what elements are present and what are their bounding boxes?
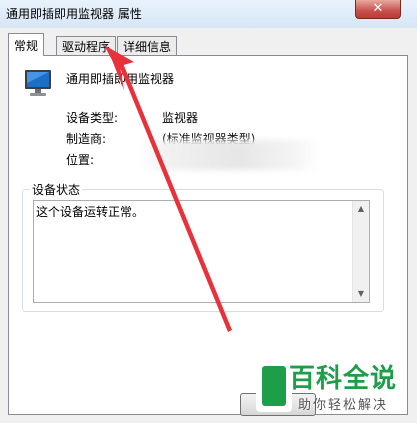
device-type-value: 监视器 [162,111,199,125]
tab-details[interactable]: 详细信息 [117,36,178,55]
scroll-up-icon[interactable]: ▲ [353,201,369,217]
device-type-label: 设备类型: [66,111,119,125]
tab-general[interactable]: 常规 [8,33,45,56]
manufacturer-label: 制造商: [66,132,107,146]
device-status-text: 这个设备运转正常。 [36,205,145,219]
tab-driver-label: 驱动程序 [62,40,111,54]
tab-general-label: 常规 [14,39,39,53]
watermark-subtitle: 助你轻松解决 [298,398,389,413]
device-status-title: 设备状态 [30,181,83,198]
watermark: 百科全说 助你轻松解决 [256,356,417,423]
location-value-blurred [140,140,320,170]
watermark-logo-icon [256,360,292,412]
watermark-title: 百科全说 [289,364,398,394]
device-status-textbox[interactable]: 这个设备运转正常。 ▲ ▼ [33,200,370,303]
close-button[interactable]: ✕ [355,0,401,19]
tab-details-label: 详细信息 [123,40,172,54]
status-scrollbar[interactable]: ▲ ▼ [352,201,369,302]
location-label: 位置: [66,153,95,167]
device-name: 通用即插即用监视器 [66,72,175,86]
window-title: 通用即插即用监视器 属性 [6,7,142,21]
close-icon: ✕ [372,1,384,16]
scroll-down-icon[interactable]: ▼ [353,286,369,302]
title-bar: 通用即插即用监视器 属性 ✕ [0,0,417,28]
monitor-icon [25,70,51,96]
tab-driver[interactable]: 驱动程序 [56,36,117,55]
